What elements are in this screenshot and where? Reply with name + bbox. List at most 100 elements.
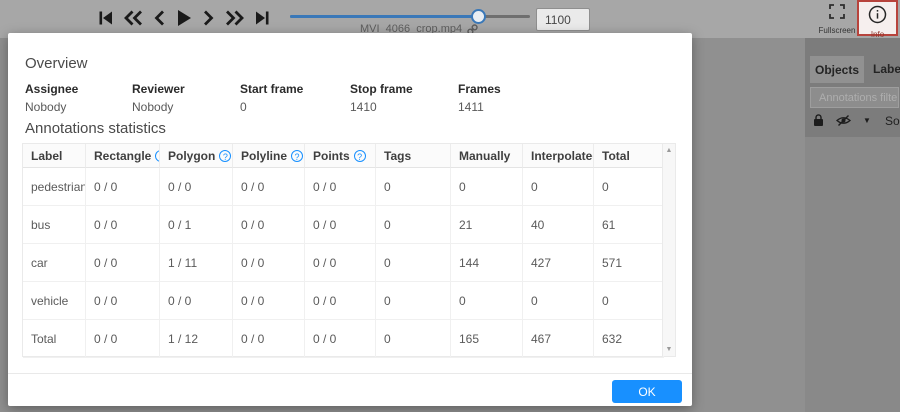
row-label-cell: vehicle <box>23 282 86 320</box>
first-frame-icon[interactable] <box>98 10 113 26</box>
column-label: Polygon <box>168 148 216 163</box>
previous-frame-icon[interactable] <box>154 10 165 26</box>
table-cell: 21 <box>451 206 523 244</box>
table-header-cell: Polyline <box>233 144 305 168</box>
column-label: Label <box>31 148 63 163</box>
table-header-cell: Interpolated <box>523 144 594 168</box>
overview-field: Stop frame 1410 <box>350 82 413 114</box>
table-cell: 40 <box>523 206 594 244</box>
table-cell: 61 <box>594 206 664 244</box>
table-cell: 0 <box>451 282 523 320</box>
fullscreen-label: Fullscreen <box>818 26 856 35</box>
lock-icon[interactable] <box>813 114 824 127</box>
caret-down-icon[interactable]: ▼ <box>863 116 871 125</box>
overview-field: Assignee Nobody <box>25 82 78 114</box>
scroll-down-icon[interactable]: ▼ <box>663 346 675 353</box>
stats-title: Annotations statistics <box>25 120 166 137</box>
overview-field: Start frame 0 <box>240 82 303 114</box>
row-label-cell: pedestrian <box>23 168 86 206</box>
table-cell: 0 <box>594 168 664 206</box>
table-cell: 0 / 0 <box>305 282 376 320</box>
table-cell: 0 / 0 <box>160 282 233 320</box>
table-cell: 0 <box>376 320 451 358</box>
table-header-cell: Polygon <box>160 144 233 168</box>
overview-field: Reviewer Nobody <box>132 82 185 114</box>
column-label: Points <box>313 148 350 163</box>
overview-field-value: Nobody <box>132 100 174 114</box>
table-cell: 0 / 0 <box>86 168 160 206</box>
help-icon[interactable] <box>353 149 366 162</box>
table-cell: 0 <box>451 168 523 206</box>
overview-field-value: Nobody <box>25 100 67 114</box>
frame-number-input[interactable] <box>536 8 590 31</box>
help-icon[interactable] <box>219 149 232 162</box>
table-scrollbar[interactable]: ▲ ▼ <box>662 144 675 356</box>
column-label: Interpolated <box>531 148 594 163</box>
table-header-cell: Label <box>23 144 86 168</box>
table-cell: 0 <box>594 282 664 320</box>
modal-footer-divider <box>8 373 692 374</box>
last-frame-icon[interactable] <box>255 10 270 26</box>
info-circle-icon <box>868 5 887 24</box>
hide-eye-icon[interactable] <box>836 114 851 127</box>
column-label: Manually <box>459 148 511 163</box>
table-cell: 467 <box>523 320 594 358</box>
fullscreen-button[interactable]: Fullscreen <box>816 4 858 35</box>
table-body: pedestrian 0 / 00 / 00 / 00 / 0 0 0 0 0 bus 0 /… <box>23 168 675 358</box>
table-cell: 632 <box>594 320 664 358</box>
table-cell: 1 / 12 <box>160 320 233 358</box>
overview-title: Overview <box>25 55 88 72</box>
table-cell: 571 <box>594 244 664 282</box>
sidepanel-header: Objects Labels Annotations filters ▼ So <box>805 38 900 137</box>
ok-button[interactable]: OK <box>612 380 682 403</box>
table-cell: 0 <box>376 168 451 206</box>
table-cell: 0 / 0 <box>86 282 160 320</box>
table-row: pedestrian 0 / 00 / 00 / 00 / 00000 <box>23 168 675 206</box>
tab-labels-label: Labels <box>873 62 900 76</box>
backward-jump-icon[interactable] <box>124 10 143 26</box>
table-row: bus 0 / 00 / 10 / 00 / 0 0 21 40 61 <box>23 206 675 244</box>
info-button[interactable]: Info <box>857 0 898 39</box>
play-icon[interactable] <box>176 9 192 27</box>
next-frame-icon[interactable] <box>203 10 214 26</box>
overview-field: Frames 1411 <box>458 82 501 114</box>
annotations-statistics-table: Label Rectangle Polygon Polyline Points Tags M… <box>22 143 676 358</box>
forward-jump-icon[interactable] <box>225 10 244 26</box>
table-cell: 0 / 0 <box>86 206 160 244</box>
row-label-cell: car <box>23 244 86 282</box>
table-cell: 0 / 0 <box>233 244 305 282</box>
table-cell: 165 <box>451 320 523 358</box>
slider-handle[interactable] <box>471 9 486 24</box>
table-header-cell: Tags <box>376 144 451 168</box>
table-cell: 144 <box>451 244 523 282</box>
tab-labels[interactable]: Labels <box>873 62 900 76</box>
overview-field-label: Reviewer <box>132 82 185 96</box>
table-cell: 0 / 0 <box>86 320 160 358</box>
scroll-up-icon[interactable]: ▲ <box>663 147 675 154</box>
table-cell: 0 / 0 <box>305 206 376 244</box>
table-cell: 0 <box>376 282 451 320</box>
overview-field-value: 1410 <box>350 100 377 114</box>
table-cell: 0 <box>523 168 594 206</box>
table-cell: 0 <box>376 244 451 282</box>
table-cell: 0 / 0 <box>305 320 376 358</box>
fullscreen-icon <box>829 4 845 19</box>
job-info-modal: Overview Assignee Nobody Reviewer Nobody Sta… <box>8 33 692 406</box>
table-cell: 0 <box>376 206 451 244</box>
objects-sidepanel: Objects Labels Annotations filters ▼ So <box>805 38 900 412</box>
overview-field-label: Start frame <box>240 82 304 96</box>
table-cell: 0 / 0 <box>233 206 305 244</box>
table-cell: 0 / 0 <box>160 168 233 206</box>
table-cell: 0 / 0 <box>305 244 376 282</box>
table-cell: 0 / 0 <box>233 320 305 358</box>
tab-objects[interactable]: Objects <box>810 56 864 83</box>
annotations-filter-input[interactable]: Annotations filters <box>810 87 899 108</box>
row-label-cell: Total <box>23 320 86 358</box>
overview-field-value: 0 <box>240 100 247 114</box>
sort-dropdown[interactable]: So <box>885 114 900 128</box>
overview-field-value: 1411 <box>458 100 484 114</box>
table-header-row: Label Rectangle Polygon Polyline Points Tags M… <box>23 144 675 168</box>
frame-slider[interactable] <box>290 9 530 24</box>
help-icon[interactable] <box>291 149 304 162</box>
table-row: car 0 / 01 / 11 0 / 00 / 0 0 144 427 571 <box>23 244 675 282</box>
